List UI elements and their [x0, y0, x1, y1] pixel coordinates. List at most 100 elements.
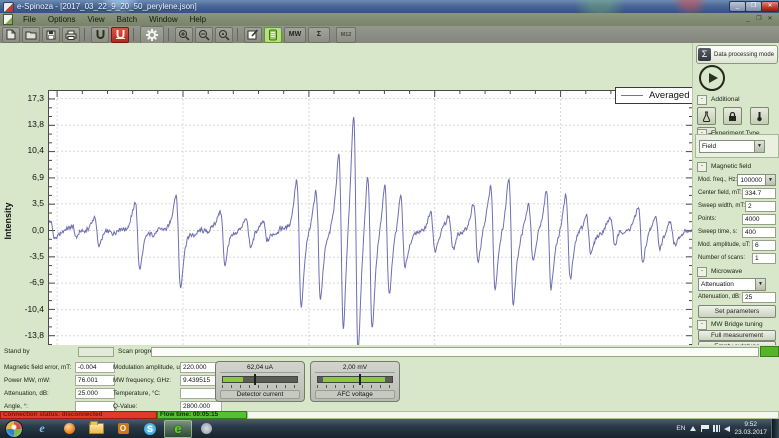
thermometer-tool-button[interactable]: [750, 107, 769, 125]
zoom-out-button[interactable]: [195, 27, 213, 43]
mod-freq-dropdown[interactable]: 100000 ▼: [737, 174, 776, 186]
toolbar-separator: [168, 28, 169, 41]
collapse-button[interactable]: -: [697, 320, 707, 330]
taskbar-media-button[interactable]: [56, 421, 82, 437]
number-of-scans-input[interactable]: 1: [752, 253, 776, 264]
legend-line-sample: [621, 95, 643, 96]
edit-signal-button[interactable]: [244, 27, 262, 43]
save-button[interactable]: [42, 27, 60, 43]
taskbar-clock[interactable]: 9:52 23.03.2017: [734, 421, 767, 437]
zoom-reset-icon: [218, 29, 230, 41]
attenuation-input[interactable]: 25: [742, 292, 776, 303]
taskbar-espinoza-button-active[interactable]: e: [164, 420, 192, 438]
start-button[interactable]: [699, 65, 725, 91]
maximize-button[interactable]: ❐: [745, 1, 762, 12]
close-button[interactable]: ✕: [761, 1, 779, 12]
menu-help[interactable]: Help: [184, 13, 212, 26]
gauge-fill: [223, 377, 243, 382]
sweep-time-input[interactable]: 400: [742, 227, 776, 238]
volume-icon[interactable]: [724, 426, 730, 432]
language-indicator[interactable]: EN: [676, 425, 685, 432]
y-tick-label: 0,0: [14, 225, 44, 235]
sweep-width-input[interactable]: 2: [745, 201, 776, 212]
toolbar-separator: [133, 28, 134, 41]
magnetic-field-error-value[interactable]: -0.004: [75, 362, 115, 373]
full-measurement-button[interactable]: Full measurement: [698, 330, 776, 341]
taskbar-ie-button[interactable]: e: [29, 421, 55, 437]
collapse-button[interactable]: -: [697, 267, 707, 277]
gauge-slider[interactable]: [317, 376, 393, 383]
zoom-out-icon: [198, 29, 210, 41]
open-file-button[interactable]: [22, 27, 40, 43]
menu-bar: File Options View Batch Window Help _ ❐ …: [0, 13, 779, 27]
menu-batch[interactable]: Batch: [111, 13, 143, 26]
gauge-value: 62,04 uA: [220, 364, 300, 373]
gauge-slider[interactable]: [222, 376, 298, 383]
experiment-type-dropdown[interactable]: Field ▼: [699, 140, 765, 153]
points-input[interactable]: 4000: [742, 214, 776, 225]
network-icon[interactable]: [713, 425, 720, 432]
menu-options[interactable]: Options: [42, 13, 82, 26]
mode-button-label: Data processing mode: [714, 52, 774, 58]
param-label: Temperature, °C:: [113, 388, 161, 398]
edit-icon: [247, 29, 259, 40]
sigma-mode-button[interactable]: Σ: [308, 27, 330, 43]
start-button[interactable]: [5, 420, 23, 438]
mdi-restore-button[interactable]: ❐: [754, 14, 764, 24]
field-row-number-of-scans: Number of scans: 1: [698, 253, 776, 263]
action-center-flag-icon[interactable]: [701, 425, 709, 432]
new-file-icon: [6, 29, 16, 40]
mdi-minimize-button[interactable]: _: [743, 14, 753, 24]
zoom-reset-button[interactable]: [215, 27, 233, 43]
y-axis-title: Intensity: [3, 186, 13, 256]
menu-view[interactable]: View: [81, 13, 110, 26]
taskbar-outlook-button[interactable]: O: [110, 421, 136, 437]
menu-file[interactable]: File: [17, 13, 42, 26]
taskbar-skype-button[interactable]: S: [137, 421, 163, 437]
center-field-input[interactable]: 334.7: [742, 188, 776, 199]
minimize-button[interactable]: _: [729, 1, 746, 12]
taskbar-app-button[interactable]: [193, 421, 219, 437]
section-microwave: - Microwave: [697, 267, 742, 276]
document-icon: [3, 14, 13, 25]
menu-window[interactable]: Window: [143, 13, 183, 26]
window-title: e-Spinoza - [2017_03_22_9_20_50_perylene…: [0, 0, 779, 13]
zoom-in-button[interactable]: [175, 27, 193, 43]
set-parameters-button[interactable]: Set parameters: [698, 305, 776, 318]
notebook-icon: [268, 29, 278, 41]
plot-area[interactable]: Averaged signal: [48, 90, 693, 355]
param-label: Magnetic field error, mT:: [4, 362, 71, 372]
print-button[interactable]: [62, 27, 80, 43]
data-processing-mode-button[interactable]: Σ Data processing mode: [696, 45, 778, 64]
detector-current-gauge: 62,04 uA Detector current: [215, 361, 305, 402]
microwave-mode-dropdown[interactable]: Attenuation ▼: [698, 278, 766, 291]
collapse-button[interactable]: -: [697, 95, 707, 105]
show-desktop-button[interactable]: [771, 419, 779, 438]
magnet-tool-button[interactable]: [91, 27, 109, 43]
mod-amplitude-input[interactable]: 6: [752, 240, 776, 251]
y-tick-label: -6,9: [14, 277, 44, 287]
gauge-handle[interactable]: [254, 374, 256, 385]
power-mw-value[interactable]: 76.001: [75, 375, 115, 386]
settings-button[interactable]: [140, 26, 164, 44]
field-row-mod-amplitude: Mod. amplitude, uT: 6: [698, 240, 776, 250]
field-row-attenuation: Attenuation, dB: 25: [698, 292, 776, 302]
lock-tool-button[interactable]: [723, 107, 742, 125]
new-file-button[interactable]: [2, 27, 20, 43]
mw-mode-button[interactable]: MW: [284, 27, 306, 43]
app-icon: [3, 2, 14, 13]
tray-expand-icon[interactable]: [690, 426, 696, 431]
attenuation-db-value[interactable]: 25.000: [75, 388, 115, 399]
magnet-field-button-active[interactable]: [111, 27, 129, 43]
notebook-button-active[interactable]: [264, 27, 282, 43]
experiment-type-box: Field ▼: [695, 134, 779, 158]
progress-row: Stand by Scan progress:: [0, 345, 779, 358]
flask-icon: [701, 111, 712, 122]
taskbar-explorer-button[interactable]: [83, 421, 109, 437]
mdi-close-button[interactable]: ✕: [765, 14, 775, 24]
gauge-handle[interactable]: [359, 374, 361, 385]
param-label: Modulation amplitude, uT:: [113, 362, 185, 372]
sample-tool-button[interactable]: [697, 107, 716, 125]
m12-button[interactable]: M12: [336, 27, 356, 43]
collapse-button[interactable]: -: [697, 162, 707, 172]
